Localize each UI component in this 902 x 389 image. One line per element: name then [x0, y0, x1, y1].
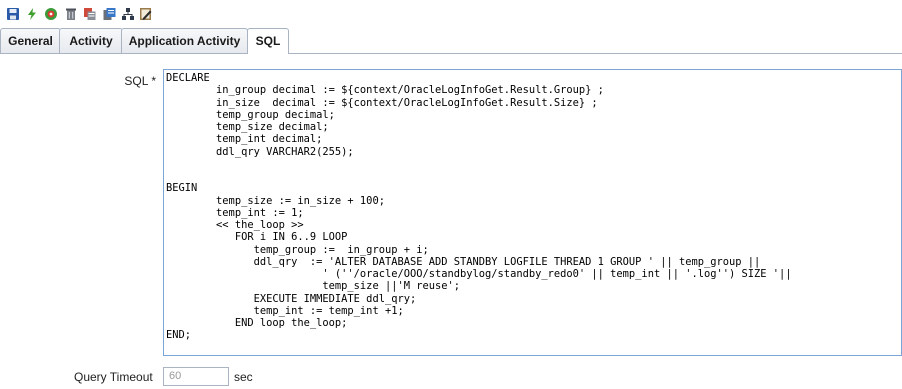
- delete-icon[interactable]: [64, 7, 78, 21]
- hierarchy-icon[interactable]: [121, 7, 135, 21]
- paste-icon[interactable]: [102, 7, 116, 21]
- query-timeout-label: Query Timeout: [74, 370, 153, 384]
- sql-text[interactable]: DECLARE in_group decimal := ${context/Or…: [166, 72, 901, 342]
- tab-activity[interactable]: Activity: [59, 28, 123, 53]
- query-timeout-unit: sec: [234, 370, 253, 384]
- tab-general[interactable]: General: [0, 28, 61, 53]
- copy-icon[interactable]: [83, 7, 97, 21]
- tab-divider: [0, 53, 902, 54]
- refresh-icon[interactable]: [25, 7, 39, 21]
- sql-label: SQL *: [124, 74, 156, 88]
- tab-sql[interactable]: SQL: [247, 28, 289, 54]
- save-icon[interactable]: [6, 7, 20, 21]
- toolbar: [0, 0, 902, 28]
- sql-editor[interactable]: DECLARE in_group decimal := ${context/Or…: [163, 69, 902, 356]
- edit-icon[interactable]: [139, 7, 153, 21]
- database-icon[interactable]: [44, 7, 58, 21]
- tab-application-activity[interactable]: Application Activity: [121, 28, 248, 53]
- query-timeout-input[interactable]: 60: [163, 367, 229, 386]
